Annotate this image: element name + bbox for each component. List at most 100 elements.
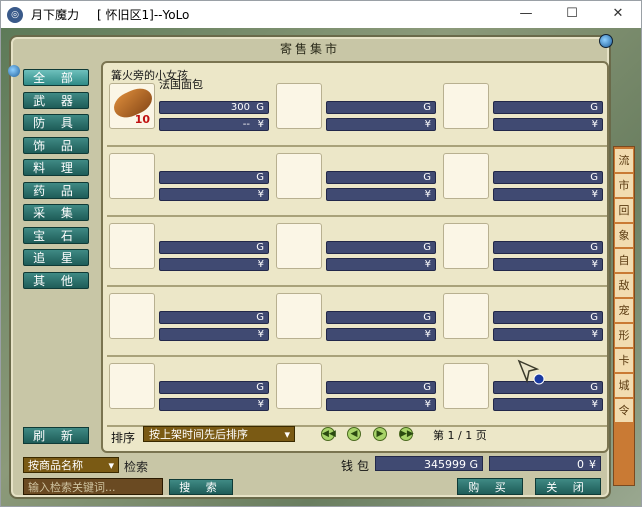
- side-tab[interactable]: 市: [615, 174, 633, 197]
- category-tab[interactable]: 防 具: [23, 114, 89, 131]
- item-slot-icon[interactable]: [443, 293, 489, 339]
- listing-slot[interactable]: G ¥: [274, 79, 441, 139]
- side-tab[interactable]: 敌: [615, 274, 633, 297]
- item-slot-icon[interactable]: [109, 153, 155, 199]
- gold-unit: G: [256, 242, 264, 253]
- category-tab[interactable]: 料 理: [23, 159, 89, 176]
- refresh-button[interactable]: 刷 新: [23, 427, 89, 444]
- side-tab[interactable]: 回: [615, 199, 633, 222]
- item-slot-icon[interactable]: [109, 223, 155, 269]
- price-yuan-field: ¥: [159, 328, 269, 341]
- side-tab[interactable]: 自: [615, 249, 633, 272]
- search-input[interactable]: 输入检索关键词...: [23, 478, 163, 495]
- chevron-down-icon: ▾: [284, 428, 290, 441]
- close-button[interactable]: 关 闭: [535, 478, 601, 495]
- wallet-label: 钱包: [341, 459, 374, 473]
- wallet-yuan: 0 ¥: [489, 456, 601, 471]
- category-tab[interactable]: 宝 石: [23, 226, 89, 244]
- next-page-icon[interactable]: ▶: [373, 427, 387, 441]
- item-slot-icon[interactable]: [443, 153, 489, 199]
- wallet-yuan-value: 0: [577, 458, 584, 471]
- listing-slot[interactable]: G ¥: [274, 359, 441, 419]
- listing-slot[interactable]: G ¥: [107, 149, 274, 209]
- title-bar: ◎ 月下魔力 [ 怀旧区1]--YoLo — ☐ ✕: [1, 1, 641, 28]
- gold-unit: G: [469, 458, 478, 471]
- listing-slot[interactable]: G ¥: [441, 289, 608, 349]
- listing-slot[interactable]: G ¥: [274, 149, 441, 209]
- search-type-select[interactable]: 按商品名称 ▾: [23, 457, 119, 473]
- close-window-icon[interactable]: ✕: [595, 1, 641, 28]
- market-panel: 寄售集市 全 部武 器防 具饰 品料 理药 品采 集宝 石追 星其 他 篝火旁的…: [8, 34, 613, 499]
- sort-select[interactable]: 按上架时间先后排序 ▾: [143, 426, 295, 442]
- price-gold-field: G: [326, 171, 436, 184]
- price-gold-field: G: [493, 381, 603, 394]
- item-slot-icon[interactable]: [109, 293, 155, 339]
- search-label: 检索: [124, 460, 149, 474]
- yuan-unit: ¥: [591, 259, 598, 270]
- side-tab[interactable]: 形: [615, 324, 633, 347]
- gold-unit: G: [590, 312, 598, 323]
- minimize-icon[interactable]: —: [503, 1, 549, 28]
- close-icon[interactable]: [599, 34, 613, 48]
- listing-slot[interactable]: G ¥: [441, 219, 608, 279]
- item-slot-icon[interactable]: [276, 223, 322, 269]
- category-tab[interactable]: 其 他: [23, 271, 89, 289]
- category-tab[interactable]: 药 品: [23, 181, 89, 199]
- first-page-icon[interactable]: ◀◀: [321, 427, 336, 441]
- category-tab[interactable]: 武 器: [23, 91, 89, 109]
- item-slot-icon[interactable]: [276, 293, 322, 339]
- item-slot-icon[interactable]: [443, 223, 489, 269]
- listing-slot[interactable]: G ¥: [274, 289, 441, 349]
- side-tab[interactable]: 令: [615, 399, 633, 422]
- price-gold-field: G: [326, 311, 436, 324]
- item-slot-icon[interactable]: [276, 363, 322, 409]
- app-icon: ◎: [7, 6, 23, 23]
- price-gold-field: 300 G: [159, 101, 269, 114]
- app-title: 月下魔力: [31, 8, 80, 22]
- game-area: 流市回象自敌宠形卡城令 寄售集市 全 部武 器防 具饰 品料 理药 品采 集宝 …: [1, 28, 641, 506]
- prev-page-icon[interactable]: ◀: [347, 427, 361, 441]
- listing-slot[interactable]: G ¥: [107, 219, 274, 279]
- category-tab[interactable]: 追 星: [23, 249, 89, 266]
- category-tab[interactable]: 饰 品: [23, 136, 89, 154]
- gold-unit: G: [590, 172, 598, 183]
- side-tab[interactable]: 宠: [615, 299, 633, 322]
- wallet-gold: 345999 G: [375, 456, 483, 471]
- listing-slot[interactable]: G ¥: [441, 149, 608, 209]
- maximize-icon[interactable]: ☐: [549, 1, 595, 28]
- search-button[interactable]: 搜 索: [169, 479, 233, 495]
- last-page-icon[interactable]: ▶▶: [399, 427, 414, 441]
- item-slot-icon[interactable]: [276, 83, 322, 129]
- gold-unit: G: [423, 312, 431, 323]
- side-tab[interactable]: 流: [615, 149, 633, 172]
- yuan-unit: ¥: [257, 119, 264, 130]
- price-gold-field: G: [326, 101, 436, 114]
- side-tab[interactable]: 卡: [615, 349, 633, 372]
- gold-unit: G: [256, 102, 264, 113]
- price-gold-field: G: [326, 381, 436, 394]
- item-slot-icon[interactable]: [109, 363, 155, 409]
- listing-slot[interactable]: G ¥: [441, 79, 608, 139]
- item-slot-icon[interactable]: [443, 363, 489, 409]
- category-tab[interactable]: 采 集: [23, 204, 89, 221]
- item-slot-icon[interactable]: 10: [109, 83, 157, 129]
- price-gold-field: G: [493, 241, 603, 254]
- price-gold-value: 300: [230, 102, 250, 113]
- price-yuan-field: ¥: [326, 398, 436, 411]
- listing-slot[interactable]: 10 法国面包 300 G -- ¥: [107, 78, 274, 139]
- yuan-unit: ¥: [424, 119, 431, 130]
- price-gold-field: G: [326, 241, 436, 254]
- gold-unit: G: [423, 172, 431, 183]
- category-tab[interactable]: 全 部: [23, 69, 89, 86]
- search-type-value: 按商品名称: [28, 459, 83, 472]
- side-tab[interactable]: 象: [615, 224, 633, 247]
- right-strip: 流市回象自敌宠形卡城令: [613, 146, 635, 486]
- item-slot-icon[interactable]: [443, 83, 489, 129]
- listing-slot[interactable]: G ¥: [107, 359, 274, 419]
- gold-unit: G: [256, 172, 264, 183]
- item-slot-icon[interactable]: [276, 153, 322, 199]
- listing-slot[interactable]: G ¥: [107, 289, 274, 349]
- buy-button[interactable]: 购 买: [457, 478, 523, 495]
- listing-slot[interactable]: G ¥: [274, 219, 441, 279]
- side-tab[interactable]: 城: [615, 374, 633, 397]
